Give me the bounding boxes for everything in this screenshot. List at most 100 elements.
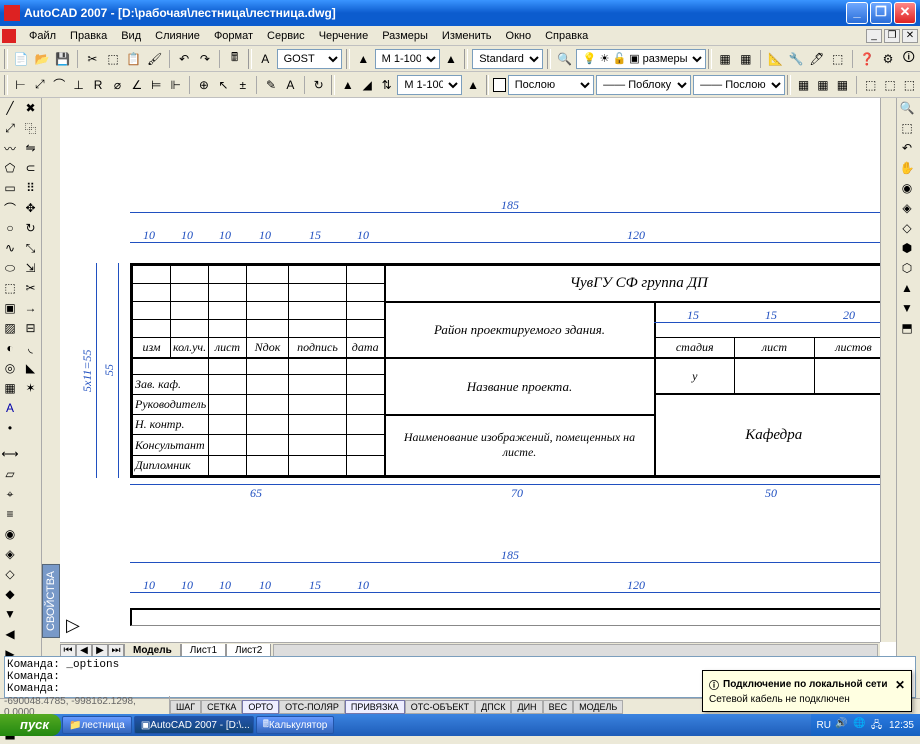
mod-5-icon[interactable]: ▼ bbox=[0, 604, 20, 624]
r-icon-6[interactable]: ◈ bbox=[897, 198, 917, 218]
document-icon[interactable] bbox=[2, 29, 16, 43]
tb-icon-4[interactable]: 🔧 bbox=[787, 49, 806, 69]
fillet-icon[interactable]: ◟ bbox=[21, 338, 41, 358]
status-ducs[interactable]: ДПСК bbox=[475, 700, 511, 714]
status-ortho[interactable]: ОРТО bbox=[242, 700, 279, 714]
tray-icon-1[interactable]: 🔊 bbox=[835, 718, 849, 732]
mod-6-icon[interactable]: ◀ bbox=[0, 624, 20, 644]
menu-view[interactable]: Вид bbox=[114, 28, 148, 44]
r-icon-7[interactable]: ◇ bbox=[897, 218, 917, 238]
color-combo[interactable]: Послою bbox=[508, 75, 594, 95]
annoscale-icon[interactable]: ▲ bbox=[354, 49, 373, 69]
undo-icon[interactable]: ↶ bbox=[175, 49, 194, 69]
drawing-canvas[interactable]: 185 10 10 10 10 15 10 120 5x11=55 55 bbox=[60, 98, 880, 642]
mod-3-icon[interactable]: ◇ bbox=[0, 564, 20, 584]
layer-combo[interactable]: 💡 ☀ 🔓 ▣ размеры bbox=[576, 49, 706, 69]
id-icon[interactable]: ⌖ bbox=[0, 484, 20, 504]
status-snap[interactable]: ШАГ bbox=[170, 700, 201, 714]
gradient-icon[interactable]: ◐ bbox=[0, 338, 20, 358]
view-icon-5[interactable]: ⬚ bbox=[881, 75, 898, 95]
tb-icon-9[interactable]: 🛈 bbox=[899, 49, 918, 69]
stretch-icon[interactable]: ⇲ bbox=[21, 258, 41, 278]
dist-icon[interactable]: ⟷ bbox=[0, 444, 20, 464]
status-dyn[interactable]: ДИН bbox=[511, 700, 542, 714]
mod-4-icon[interactable]: ◆ bbox=[0, 584, 20, 604]
break-icon[interactable]: ⊟ bbox=[21, 318, 41, 338]
dim-ang-icon[interactable]: ∠ bbox=[128, 75, 145, 95]
dim-leader-icon[interactable]: ↖ bbox=[215, 75, 232, 95]
rect-icon[interactable]: ▭ bbox=[0, 178, 20, 198]
minimize-button[interactable]: _ bbox=[846, 2, 868, 24]
calc-icon[interactable]: 🖩 bbox=[225, 49, 244, 69]
menu-help[interactable]: Справка bbox=[538, 28, 595, 44]
start-button[interactable]: пуск bbox=[0, 714, 61, 736]
line-icon[interactable]: ╱ bbox=[0, 98, 20, 118]
dim-ord-icon[interactable]: ⊥ bbox=[70, 75, 87, 95]
open-icon[interactable]: 📂 bbox=[33, 49, 52, 69]
dim-center-icon[interactable]: ⊕ bbox=[195, 75, 212, 95]
menu-tools[interactable]: Сервис bbox=[260, 28, 312, 44]
annoscale-combo[interactable]: M 1-100 bbox=[375, 49, 440, 69]
block-icon[interactable]: ▣ bbox=[0, 298, 20, 318]
menu-file[interactable]: Файл bbox=[22, 28, 63, 44]
r-icon-9[interactable]: ⬡ bbox=[897, 258, 917, 278]
vertical-scrollbar[interactable] bbox=[880, 98, 896, 642]
annoscale2-combo[interactable]: M 1-100 bbox=[397, 75, 462, 95]
system-tray[interactable]: RU 🔊 🌐 🖧 12:35 bbox=[811, 714, 920, 736]
view-icon-6[interactable]: ⬚ bbox=[901, 75, 918, 95]
mod-2-icon[interactable]: ◈ bbox=[0, 544, 20, 564]
r-icon-10[interactable]: ▲ bbox=[897, 278, 917, 298]
tb-icon-3[interactable]: 📐 bbox=[766, 49, 785, 69]
cut-icon[interactable]: ✂ bbox=[83, 49, 102, 69]
hatch-icon[interactable]: ▨ bbox=[0, 318, 20, 338]
anno-toggle-icon[interactable]: ▲ bbox=[442, 49, 461, 69]
new-icon[interactable]: 📄 bbox=[12, 49, 31, 69]
area-icon[interactable]: ▱ bbox=[0, 464, 20, 484]
properties-palette-tab[interactable]: СВОЙСТВА bbox=[42, 564, 60, 638]
linetype-combo[interactable]: —— Поблоку bbox=[596, 75, 691, 95]
dim-linear-icon[interactable]: ⊢ bbox=[12, 75, 29, 95]
lineweight-combo[interactable]: —— Послою bbox=[693, 75, 785, 95]
menu-modify[interactable]: Изменить bbox=[435, 28, 499, 44]
child-close-button[interactable]: ✕ bbox=[902, 29, 918, 43]
menu-format[interactable]: Формат bbox=[207, 28, 260, 44]
pline-icon[interactable]: 〰 bbox=[0, 138, 20, 158]
lang-indicator[interactable]: RU bbox=[817, 720, 831, 731]
offset-icon[interactable]: ⊂ bbox=[21, 158, 41, 178]
menu-edit[interactable]: Правка bbox=[63, 28, 114, 44]
anno-icon-5[interactable]: ▲ bbox=[464, 75, 481, 95]
child-min-button[interactable]: _ bbox=[866, 29, 882, 43]
paste-icon[interactable]: 📋 bbox=[124, 49, 143, 69]
dim-dia-icon[interactable]: ⌀ bbox=[109, 75, 126, 95]
dim-arc-icon[interactable]: ⌒ bbox=[51, 75, 68, 95]
clock[interactable]: 12:35 bbox=[889, 720, 914, 731]
anno-icon-4[interactable]: ⇅ bbox=[378, 75, 395, 95]
status-lwt[interactable]: ВЕС bbox=[543, 700, 574, 714]
circle-icon[interactable]: ○ bbox=[0, 218, 20, 238]
scale-icon[interactable]: ⤡ bbox=[21, 238, 41, 258]
orbit-icon[interactable]: ◉ bbox=[897, 178, 917, 198]
polygon-icon[interactable]: ⬠ bbox=[0, 158, 20, 178]
status-grid[interactable]: СЕТКА bbox=[201, 700, 242, 714]
close-button[interactable]: ✕ bbox=[894, 2, 916, 24]
redo-icon[interactable]: ↷ bbox=[196, 49, 215, 69]
view-icon-3[interactable]: ▦ bbox=[834, 75, 851, 95]
status-model[interactable]: МОДЕЛЬ bbox=[573, 700, 623, 714]
copy-icon[interactable]: ⬚ bbox=[104, 49, 123, 69]
tray-icon-3[interactable]: 🖧 bbox=[871, 718, 885, 732]
spline-icon[interactable]: ∿ bbox=[0, 238, 20, 258]
textstyle-combo[interactable]: GOST bbox=[277, 49, 342, 69]
pan-icon[interactable]: ✋ bbox=[897, 158, 917, 178]
ellipse-icon[interactable]: ⬭ bbox=[0, 258, 20, 278]
view-icon-2[interactable]: ▦ bbox=[814, 75, 831, 95]
r-icon-12[interactable]: ⬒ bbox=[897, 318, 917, 338]
move-icon[interactable]: ✥ bbox=[21, 198, 41, 218]
mirror-icon[interactable]: ⇋ bbox=[21, 138, 41, 158]
menu-dim[interactable]: Размеры bbox=[375, 28, 435, 44]
insert-icon[interactable]: ⬚ bbox=[0, 278, 20, 298]
textstyle-icon[interactable]: A bbox=[256, 49, 275, 69]
mod-1-icon[interactable]: ◉ bbox=[0, 524, 20, 544]
extend-icon[interactable]: → bbox=[21, 298, 41, 318]
mtext-icon[interactable]: A bbox=[0, 398, 20, 418]
status-osnap[interactable]: ПРИВЯЗКА bbox=[345, 700, 405, 714]
